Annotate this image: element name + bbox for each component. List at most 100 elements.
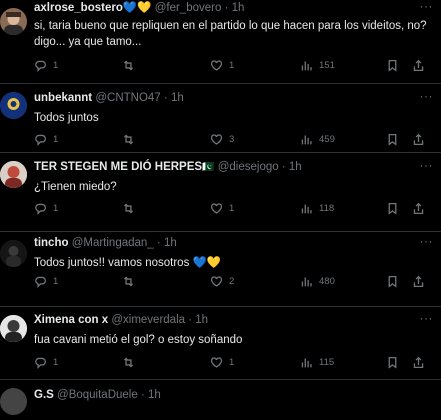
share-icon <box>413 356 424 368</box>
display-name[interactable]: G.S <box>34 389 54 401</box>
tweet[interactable]: Ximena con x @ximeverdala · 1h fua cavan… <box>0 307 441 380</box>
tweet-actions: 1 3 459 <box>34 131 433 147</box>
like-button[interactable]: 3 <box>210 131 234 147</box>
retweet-icon <box>123 134 134 144</box>
tweet-text: ¿Tienen miedo? <box>34 181 117 193</box>
display-name[interactable]: unbekannt <box>34 92 92 104</box>
like-icon <box>210 133 223 145</box>
handle[interactable]: @CNTNO47 <box>95 92 160 104</box>
avatar[interactable] <box>0 161 27 188</box>
bookmark-icon <box>388 202 397 215</box>
reply-count: 1 <box>53 133 59 145</box>
display-name[interactable]: tincho <box>34 237 69 249</box>
views-button[interactable]: 115 <box>300 354 334 370</box>
avatar[interactable] <box>0 8 27 35</box>
reply-count: 1 <box>53 275 59 287</box>
like-icon <box>210 59 223 71</box>
like-count: 2 <box>229 275 235 287</box>
reply-count: 1 <box>53 202 59 214</box>
tweet[interactable]: TER STEGEN ME DIÓ HERPES🇵🇰 @diesejogo · … <box>0 153 441 232</box>
like-icon <box>210 275 223 287</box>
timestamp[interactable]: 1h <box>171 92 184 104</box>
reply-button[interactable]: 1 <box>34 200 58 216</box>
tweet-header: Ximena con x @ximeverdala · 1h <box>34 313 433 328</box>
avatar[interactable] <box>0 240 27 267</box>
tweet[interactable]: axlrose_bostero💙💛 @fer_bovero · 1h si, t… <box>0 0 441 84</box>
timeline-feed: axlrose_bostero💙💛 @fer_bovero · 1h si, t… <box>0 0 441 420</box>
tweet-actions: 1 1 118 <box>34 200 433 216</box>
bookmark-button[interactable] <box>386 57 399 73</box>
handle[interactable]: @fer_bovero <box>155 2 222 14</box>
handle[interactable]: @BoquitaDuele <box>57 389 138 401</box>
display-name[interactable]: TER STEGEN ME DIÓ HERPES <box>34 161 202 173</box>
like-button[interactable]: 1 <box>210 200 234 216</box>
timestamp[interactable]: 1h <box>195 314 208 326</box>
like-button[interactable]: 1 <box>210 57 234 73</box>
reply-icon <box>35 203 46 215</box>
share-button[interactable] <box>412 57 425 73</box>
bookmark-icon <box>388 133 397 146</box>
display-name[interactable]: axlrose_bostero <box>34 2 123 14</box>
view-count: 115 <box>319 356 335 368</box>
separator-dot: · <box>188 314 193 326</box>
tweet-actions: 1 1 115 <box>34 354 433 370</box>
more-options-button[interactable]: ··· <box>420 0 434 12</box>
views-icon <box>301 276 312 286</box>
share-icon <box>413 202 424 214</box>
reply-icon <box>35 276 46 288</box>
separator-dot: · <box>281 161 286 173</box>
bookmark-icon <box>388 356 397 369</box>
more-options-button[interactable]: ··· <box>420 312 434 324</box>
tweet[interactable]: unbekannt @CNTNO47 · 1h Todos juntos ···… <box>0 84 441 153</box>
timestamp[interactable]: 1h <box>148 389 161 401</box>
share-button[interactable] <box>412 200 425 216</box>
share-button[interactable] <box>412 273 425 289</box>
bookmark-button[interactable] <box>386 354 399 370</box>
retweet-icon <box>123 276 134 286</box>
like-button[interactable]: 2 <box>210 273 234 289</box>
share-icon <box>413 133 424 145</box>
handle[interactable]: @ximeverdala <box>111 314 185 326</box>
views-button[interactable]: 459 <box>300 131 335 147</box>
share-button[interactable] <box>412 354 425 370</box>
views-button[interactable]: 151 <box>300 57 335 73</box>
views-button[interactable]: 480 <box>300 273 335 289</box>
avatar[interactable] <box>0 388 27 415</box>
more-options-button[interactable]: ··· <box>420 90 434 102</box>
retweet-button[interactable] <box>122 354 141 370</box>
views-button[interactable]: 118 <box>300 200 334 216</box>
handle[interactable]: @diesejogo <box>218 161 279 173</box>
name-emoji: 💙💛 <box>122 2 152 14</box>
like-count: 1 <box>229 202 235 214</box>
retweet-button[interactable] <box>122 200 141 216</box>
handle[interactable]: @Martingadan_ <box>72 237 154 249</box>
like-button[interactable]: 1 <box>210 354 234 370</box>
retweet-button[interactable] <box>122 57 141 73</box>
bookmark-button[interactable] <box>386 200 399 216</box>
reply-icon <box>35 60 46 72</box>
reply-button[interactable]: 1 <box>34 354 58 370</box>
tweet[interactable]: tincho @Martingadan_ · 1h Todos juntos!!… <box>0 232 441 307</box>
more-options-button[interactable]: ··· <box>420 235 434 247</box>
bookmark-button[interactable] <box>386 131 399 147</box>
avatar[interactable] <box>0 92 27 119</box>
reply-button[interactable]: 1 <box>34 131 58 147</box>
tweet[interactable]: G.S @BoquitaDuele · 1h <box>0 380 441 420</box>
more-options-button[interactable]: ··· <box>420 159 434 171</box>
avatar[interactable] <box>0 315 27 342</box>
reply-count: 1 <box>53 356 59 368</box>
bookmark-button[interactable] <box>386 273 399 289</box>
share-button[interactable] <box>412 131 425 147</box>
reply-button[interactable]: 1 <box>34 57 58 73</box>
retweet-button[interactable] <box>122 273 141 289</box>
retweet-button[interactable] <box>122 131 141 147</box>
timestamp[interactable]: 1h <box>232 2 245 14</box>
separator-dot: · <box>224 2 229 14</box>
timestamp[interactable]: 1h <box>289 161 302 173</box>
separator-dot: · <box>156 237 161 249</box>
display-name[interactable]: Ximena con x <box>34 314 108 326</box>
reply-button[interactable]: 1 <box>34 273 58 289</box>
timestamp[interactable]: 1h <box>164 237 177 249</box>
view-count: 151 <box>319 59 335 71</box>
like-icon <box>210 356 223 368</box>
